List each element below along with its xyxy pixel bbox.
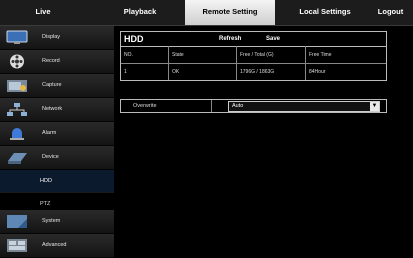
hdd-title: HDD [124,34,144,44]
table-header-free-time: Free Time [309,52,332,58]
network-icon [6,102,28,117]
sidebar-subitem-hdd[interactable]: HDD [0,170,114,192]
column-divider [211,100,212,112]
tab-playback[interactable]: Playback [110,0,170,25]
table-cell-free-total: 1796G / 1863G [240,69,275,75]
film-reel-icon [6,54,28,69]
sidebar-item-record[interactable]: Record [0,50,114,74]
sidebar-item-device[interactable]: Device [0,146,114,170]
sidebar-item-label: Alarm [42,130,57,136]
camera-capture-icon [6,78,28,93]
sidebar-item-advanced[interactable]: Advanced [0,234,114,258]
table-header-free-total: Free / Total (G) [240,52,274,58]
system-icon [6,214,28,229]
sidebar-item-system[interactable]: System [0,210,114,234]
overwrite-select-value: Auto [232,103,244,109]
table-header-state: State [172,52,184,58]
table-cell-free-time: 84Hour [309,69,326,75]
monitor-icon [6,30,28,45]
top-nav: Live Playback Remote Setting Local Setti… [0,0,413,26]
chevron-down-icon[interactable]: ▼ [370,102,379,111]
overwrite-row: Overwrite Auto ▼ [120,99,387,113]
device-icon [6,150,28,165]
sidebar-item-label: Display [42,34,61,40]
overwrite-select[interactable]: Auto ▼ [228,101,380,112]
alarm-siren-icon [6,126,28,141]
sidebar-item-label: Device [42,154,59,160]
tab-remote-setting[interactable]: Remote Setting [185,0,275,25]
advanced-icon [6,238,28,253]
sidebar: Display Record Capture Network Alarm Dev… [0,26,114,258]
sidebar-item-network[interactable]: Network [0,98,114,122]
sidebar-item-label: System [42,218,61,224]
tab-local-settings[interactable]: Local Settings [287,0,363,25]
tab-logout[interactable]: Logout [368,0,413,25]
sidebar-item-label: Capture [42,82,62,88]
refresh-button[interactable]: Refresh [219,32,241,46]
hdd-panel: HDD Refresh Save NO. State Free / Total … [120,31,387,81]
sidebar-item-alarm[interactable]: Alarm [0,122,114,146]
tab-live[interactable]: Live [18,0,68,25]
sidebar-item-label: Advanced [42,242,67,248]
table-cell-state: OK [172,69,180,75]
save-button[interactable]: Save [266,32,280,46]
sidebar-item-label: Record [42,58,60,64]
table-header-no: NO. [124,52,133,58]
sidebar-item-capture[interactable]: Capture [0,74,114,98]
table-cell-no: 1 [124,69,127,75]
overwrite-label: Overwrite [133,103,157,109]
hdd-panel-header: HDD Refresh Save [121,32,386,47]
sidebar-item-display[interactable]: Display [0,26,114,50]
sidebar-subitem-label: HDD [40,178,52,184]
sidebar-item-label: Network [42,106,63,112]
